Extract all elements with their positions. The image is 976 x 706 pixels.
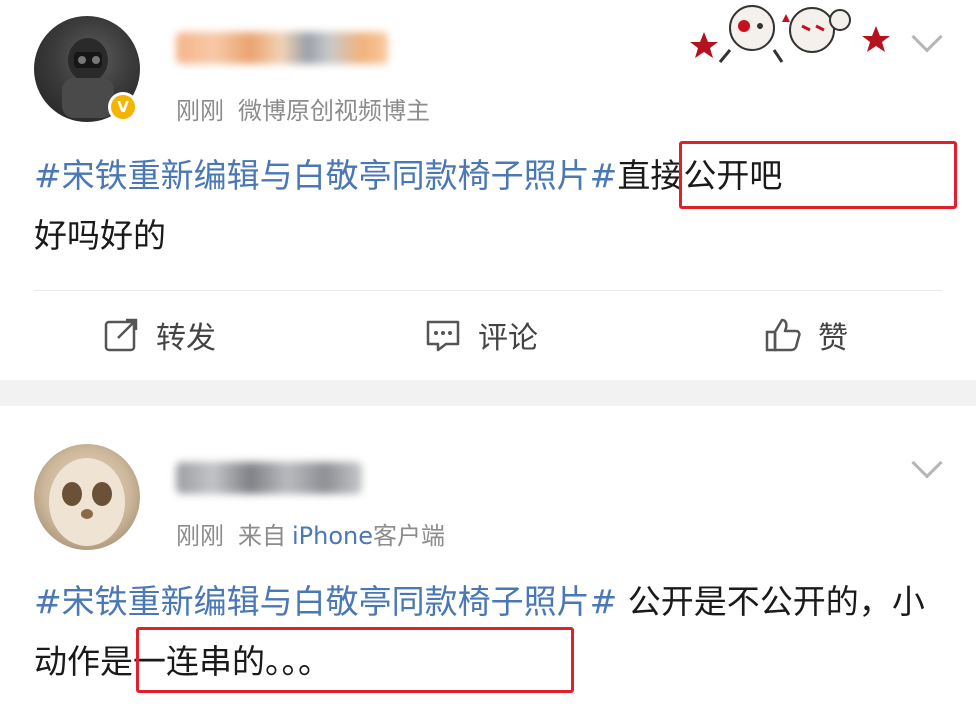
comment-label: 评论 bbox=[478, 321, 538, 356]
username-blurred[interactable] bbox=[176, 462, 362, 494]
comment-button[interactable]: 评论 bbox=[424, 300, 538, 370]
post-time: 刚刚 bbox=[176, 522, 224, 550]
post-text-highlighted: 直接公开吧 bbox=[617, 156, 783, 195]
post-source-suffix: 客户端 bbox=[373, 522, 446, 550]
post-content: #宋铁重新编辑与白敬亭同款椅子照片#直接公开吧 好吗好的 bbox=[34, 146, 946, 266]
post-text: 公开是不公开的， bbox=[617, 582, 892, 621]
post-source-device[interactable]: iPhone bbox=[292, 522, 373, 550]
like-icon bbox=[765, 318, 801, 352]
weibo-post-1: V 刚刚 微博原创视频博主 #宋铁重新编辑与白敬亭同款椅子照片#直接公开吧 好吗好… bbox=[0, 0, 976, 380]
username-blurred[interactable] bbox=[176, 32, 388, 64]
hashtag-link[interactable]: #宋铁重新编辑与白敬亭同款椅子照片# bbox=[34, 582, 617, 621]
post-source: 微博原创视频博主 bbox=[238, 97, 430, 125]
chevron-down-icon[interactable] bbox=[911, 21, 943, 53]
post-text: 好吗好的 bbox=[34, 216, 166, 255]
avatar[interactable] bbox=[34, 444, 140, 550]
post-separator bbox=[0, 380, 976, 406]
hashtag-link[interactable]: #宋铁重新编辑与白敬亭同款椅子照片# bbox=[34, 156, 617, 195]
post-meta: 刚刚 微博原创视频博主 bbox=[176, 91, 430, 126]
comment-icon bbox=[426, 320, 460, 352]
repost-label: 转发 bbox=[156, 321, 216, 356]
action-bar: 转发 评论 赞 bbox=[0, 300, 976, 370]
like-button[interactable]: 赞 bbox=[764, 300, 848, 370]
post-time: 刚刚 bbox=[176, 97, 224, 125]
post-content: #宋铁重新编辑与白敬亭同款椅子照片# 公开是不公开的，小动作是一连串的。。。 bbox=[34, 572, 946, 692]
post-meta: 刚刚 来自 iPhone客户端 bbox=[176, 516, 445, 551]
divider bbox=[34, 290, 942, 291]
repost-icon bbox=[104, 318, 138, 352]
verified-badge-icon: V bbox=[108, 92, 138, 122]
repost-button[interactable]: 转发 bbox=[102, 300, 216, 370]
post-source-prefix: 来自 bbox=[238, 522, 286, 550]
chevron-down-icon[interactable] bbox=[911, 447, 943, 479]
sticker-decoration bbox=[690, 5, 890, 63]
like-label: 赞 bbox=[818, 321, 848, 356]
